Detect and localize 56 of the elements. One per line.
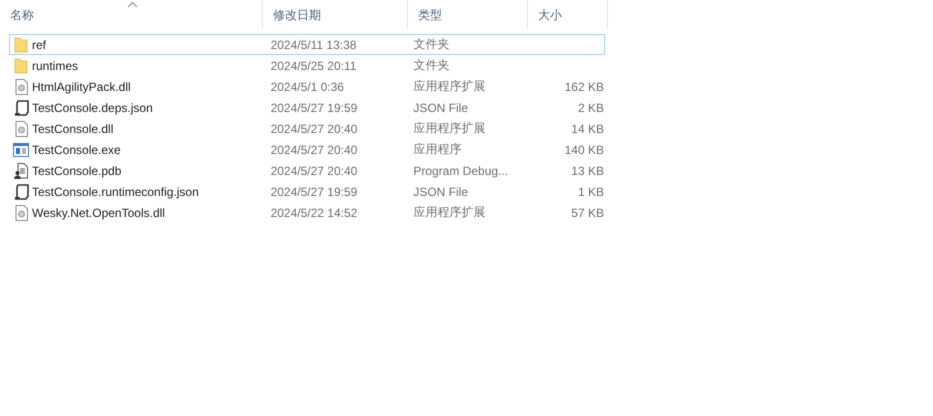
file-type: 应用程序扩展: [413, 205, 486, 219]
file-row[interactable]: HtmlAgilityPack.dll 2024/5/1 0:36 应用程序扩展 162 KB: [9, 76, 605, 97]
file-size: 2 KB: [578, 100, 604, 114]
window-icon: [13, 142, 29, 156]
file-name: runtimes: [32, 58, 78, 72]
file-gear-icon: [14, 120, 28, 136]
file-row[interactable]: ref 2024/5/11 13:38 文件夹: [9, 34, 605, 55]
file-row[interactable]: Wesky.Net.OpenTools.dll 2024/5/22 14:52 应用程序扩展 57 KB: [9, 202, 605, 223]
document-person-icon: [14, 162, 28, 178]
file-name: TestConsole.deps.json: [32, 100, 153, 114]
file-gear-icon: [14, 78, 28, 94]
modified-date: 2024/5/1 0:36: [270, 80, 344, 94]
column-header[interactable]: 名称: [10, 6, 34, 24]
file-row[interactable]: TestConsole.deps.json 2024/5/27 19:59 JSON File 2 KB: [9, 97, 605, 118]
file-name: TestConsole.pdb: [32, 164, 122, 178]
file-size: 162 KB: [564, 80, 604, 94]
file-name: HtmlAgilityPack.dll: [32, 80, 131, 94]
column-header[interactable]: 类型: [418, 6, 442, 24]
file-row[interactable]: TestConsole.exe 2024/5/27 20:40 应用程序 140 KB: [9, 139, 605, 160]
file-row[interactable]: runtimes 2024/5/25 20:11 文件夹: [9, 55, 605, 76]
modified-date: 2024/5/27 19:59: [270, 184, 358, 198]
file-name: TestConsole.exe: [32, 142, 121, 156]
file-type: JSON File: [413, 100, 468, 114]
column-header[interactable]: 大小: [538, 6, 562, 24]
file-size: 14 KB: [571, 122, 604, 136]
modified-date: 2024/5/22 14:52: [270, 206, 358, 220]
file-row[interactable]: TestConsole.dll 2024/5/27 20:40 应用程序扩展 14 KB: [9, 118, 605, 139]
column-header[interactable]: 修改日期: [273, 6, 321, 24]
file-type: 应用程序扩展: [413, 79, 486, 93]
file-type: 应用程序扩展: [413, 121, 486, 135]
file-gear-icon: [14, 204, 28, 220]
file-name: Wesky.Net.OpenTools.dll: [32, 206, 165, 220]
modified-date: 2024/5/27 20:40: [270, 122, 358, 136]
file-size: 57 KB: [571, 206, 604, 220]
folder-icon: [14, 36, 28, 52]
file-name: TestConsole.runtimeconfig.json: [32, 184, 199, 198]
file-type: JSON File: [413, 184, 468, 198]
file-size: 13 KB: [571, 164, 604, 178]
file-row[interactable]: TestConsole.runtimeconfig.json 2024/5/27 19:59 JSON File 1 KB: [9, 181, 605, 202]
file-size: 140 KB: [564, 142, 604, 156]
file-name: TestConsole.dll: [32, 122, 114, 136]
modified-date: 2024/5/27 20:40: [270, 164, 358, 178]
script-icon: [14, 184, 28, 200]
file-name: ref: [32, 38, 46, 52]
file-type: 文件夹: [413, 58, 450, 72]
file-type: 应用程序: [413, 142, 462, 156]
modified-date: 2024/5/11 13:38: [270, 38, 356, 52]
file-row[interactable]: TestConsole.pdb 2024/5/27 20:40 Program Debug... 13 KB: [9, 160, 605, 181]
modified-date: 2024/5/27 20:40: [270, 142, 358, 156]
modified-date: 2024/5/25 20:11: [270, 58, 356, 72]
file-size: 1 KB: [578, 184, 604, 198]
folder-icon: [14, 58, 28, 74]
file-type: Program Debug...: [413, 164, 508, 178]
modified-date: 2024/5/27 19:59: [270, 100, 358, 114]
file-type: 文件夹: [413, 37, 450, 51]
script-icon: [14, 100, 28, 116]
